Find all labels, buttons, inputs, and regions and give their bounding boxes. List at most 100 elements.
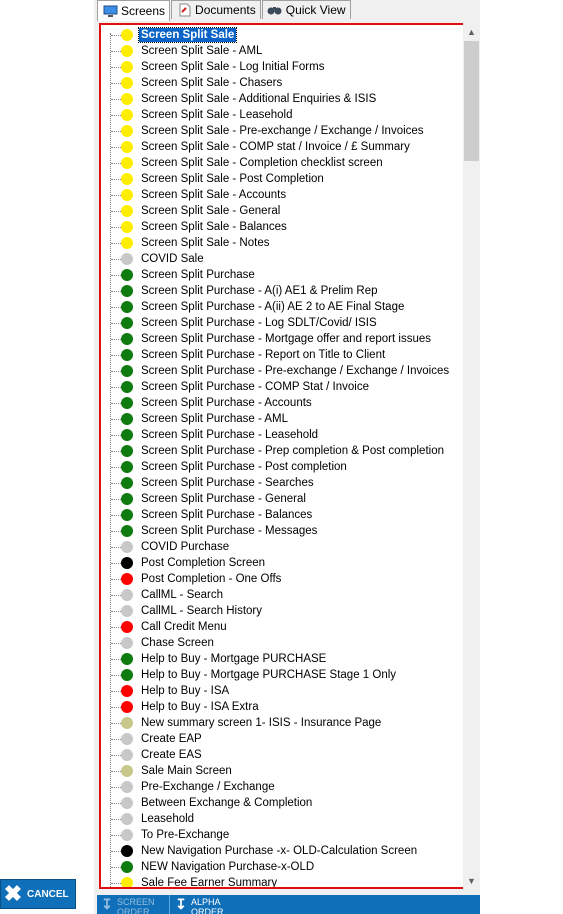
tree-item-label: Screen Split Purchase - COMP Stat / Invo… [141, 381, 369, 393]
scroll-thumb[interactable] [464, 41, 479, 161]
tree-item[interactable]: COVID Purchase [101, 539, 451, 555]
tree-item[interactable]: Screen Split Sale - Leasehold [101, 107, 451, 123]
tree-item[interactable]: Screen Split Purchase - A(i) AE1 & Preli… [101, 283, 451, 299]
tree-item[interactable]: Screen Split Sale - COMP stat / Invoice … [101, 139, 451, 155]
tree-item[interactable]: Leasehold [101, 811, 451, 827]
status-dot-icon [121, 205, 133, 217]
tree-item[interactable]: NEW Navigation Purchase-x-OLD [101, 859, 451, 875]
tree-item[interactable]: New Navigation Purchase -x- OLD-Calculat… [101, 843, 451, 859]
tree-scrollbar[interactable]: ▲ ▼ [463, 23, 480, 889]
tree-item[interactable]: CallML - Search History [101, 603, 451, 619]
tree-item[interactable]: Screen Split Sale - Post Completion [101, 171, 451, 187]
tree-item[interactable]: Screen Split Sale - Additional Enquiries… [101, 91, 451, 107]
status-dot-icon [121, 573, 133, 585]
tree-connector [111, 83, 121, 84]
tree-item[interactable]: Sale Main Screen [101, 763, 451, 779]
tree-connector [111, 691, 121, 692]
tree-item[interactable]: Screen Split Purchase - General [101, 491, 451, 507]
tree-item-label: Screen Split Sale - Completion checklist… [141, 157, 383, 169]
tree-item[interactable]: Screen Split Sale - Chasers [101, 75, 451, 91]
tree-item[interactable]: Screen Split Sale - Completion checklist… [101, 155, 451, 171]
tree-item[interactable]: Help to Buy - Mortgage PURCHASE [101, 651, 451, 667]
tree-item[interactable]: Screen Split Purchase - Accounts [101, 395, 451, 411]
tree-item[interactable]: Screen Split Purchase - Log SDLT/Covid/ … [101, 315, 451, 331]
status-dot-icon [121, 173, 133, 185]
tree-item[interactable]: Post Completion Screen [101, 555, 451, 571]
tree-connector [111, 675, 121, 676]
tab-screens[interactable]: Screens [97, 0, 171, 21]
tree-item[interactable]: Screen Split Purchase - COMP Stat / Invo… [101, 379, 451, 395]
tree-item[interactable]: Screen Split Purchase - AML [101, 411, 451, 427]
tree-item[interactable]: Pre-Exchange / Exchange [101, 779, 451, 795]
screen-tree[interactable]: Screen Split Sale Screen Split Sale - AML… [99, 23, 465, 889]
status-dot-icon [121, 749, 133, 761]
alpha-order-button[interactable]: ↧ ALPHA ORDER [171, 895, 243, 914]
tree-item[interactable]: Screen Split Sale [101, 27, 451, 43]
tree-connector [111, 387, 121, 388]
tree-item[interactable]: Screen Split Purchase - Report on Title … [101, 347, 451, 363]
status-dot-icon [121, 797, 133, 809]
tree-item-label: Screen Split Sale - AML [141, 45, 263, 57]
tree-connector [111, 483, 121, 484]
tree-connector [111, 227, 121, 228]
tree-item[interactable]: Screen Split Sale - General [101, 203, 451, 219]
scroll-down-button[interactable]: ▼ [463, 872, 480, 889]
tree-item[interactable]: Sale Fee Earner Summary [101, 875, 451, 887]
tree-item[interactable]: Help to Buy - ISA Extra [101, 699, 451, 715]
tree-connector [111, 243, 121, 244]
tree-item-label: Between Exchange & Completion [141, 797, 313, 809]
tree-item[interactable]: Screen Split Purchase [101, 267, 451, 283]
tree-item[interactable]: New summary screen 1- ISIS - Insurance P… [101, 715, 451, 731]
close-icon: ✖ [3, 881, 23, 906]
status-dot-icon [121, 781, 133, 793]
tree-item[interactable]: Screen Split Purchase - Balances [101, 507, 451, 523]
tree-item[interactable]: Post Completion - One Offs [101, 571, 451, 587]
tree-item[interactable]: Screen Split Purchase - A(ii) AE 2 to AE… [101, 299, 451, 315]
tree-item[interactable]: Screen Split Sale - Accounts [101, 187, 451, 203]
tree-item[interactable]: Screen Split Purchase - Searches [101, 475, 451, 491]
tree-item[interactable]: Screen Split Sale - Log Initial Forms [101, 59, 451, 75]
status-dot-icon [121, 189, 133, 201]
status-dot-icon [121, 157, 133, 169]
screen-order-button[interactable]: ↧ SCREEN ORDER [97, 895, 169, 914]
tree-connector [111, 451, 121, 452]
tree-item[interactable]: Create EAP [101, 731, 451, 747]
tree-item-label: Screen Split Purchase - Accounts [141, 397, 312, 409]
tree-item[interactable]: Screen Split Purchase - Post completion [101, 459, 451, 475]
tree-item[interactable]: Help to Buy - Mortgage PURCHASE Stage 1 … [101, 667, 451, 683]
tree-connector [111, 323, 121, 324]
tab-screens-label: Screens [121, 4, 166, 18]
status-dot-icon [121, 637, 133, 649]
tree-item[interactable]: CallML - Search [101, 587, 451, 603]
tree-item[interactable]: Screen Split Sale - AML [101, 43, 451, 59]
tree-item[interactable]: To Pre-Exchange [101, 827, 451, 843]
tree-connector [111, 787, 121, 788]
tab-documents[interactable]: Documents [171, 0, 261, 19]
status-dot-icon [121, 413, 133, 425]
tree-item-label: Pre-Exchange / Exchange [141, 781, 275, 793]
tree-item[interactable]: Between Exchange & Completion [101, 795, 451, 811]
cancel-button[interactable]: ✖ CANCEL [0, 879, 76, 909]
tree-connector [111, 835, 121, 836]
tree-item[interactable]: Screen Split Purchase - Pre-exchange / E… [101, 363, 451, 379]
tab-quick-view[interactable]: Quick View [261, 0, 351, 19]
tree-item[interactable]: Screen Split Purchase - Leasehold [101, 427, 451, 443]
tree-item[interactable]: Screen Split Purchase - Prep completion … [101, 443, 451, 459]
tree-item[interactable]: Screen Split Sale - Balances [101, 219, 451, 235]
tree-connector [111, 131, 121, 132]
tree-item[interactable]: Screen Split Sale - Notes [101, 235, 451, 251]
scroll-up-button[interactable]: ▲ [463, 23, 480, 40]
tree-item[interactable]: Chase Screen [101, 635, 451, 651]
tree-item[interactable]: Screen Split Purchase - Messages [101, 523, 451, 539]
tree-item-label: Screen Split Purchase - AML [141, 413, 289, 425]
tree-item[interactable]: Screen Split Purchase - Mortgage offer a… [101, 331, 451, 347]
tree-item[interactable]: Call Credit Menu [101, 619, 451, 635]
tree-item-label: Screen Split Purchase - Post completion [141, 461, 347, 473]
tree-item[interactable]: Help to Buy - ISA [101, 683, 451, 699]
tree-item-label: Screen Split Purchase - General [141, 493, 306, 505]
tree-item[interactable]: COVID Sale [101, 251, 451, 267]
tree-connector [111, 179, 121, 180]
tree-item[interactable]: Screen Split Sale - Pre-exchange / Excha… [101, 123, 451, 139]
tree-item[interactable]: Create EAS [101, 747, 451, 763]
status-dot-icon [121, 29, 133, 41]
